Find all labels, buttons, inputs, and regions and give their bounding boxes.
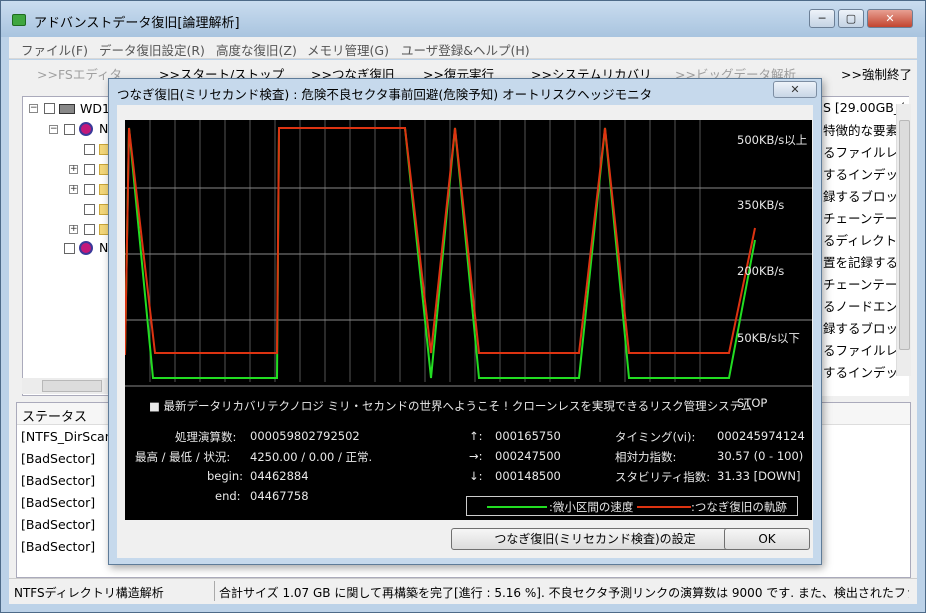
status-row: [BadSector]: [21, 451, 96, 466]
status-row: [BadSector]: [21, 539, 96, 554]
stat-value: 4250.00 / 0.00 / 正常.: [250, 450, 373, 464]
legend-label-trajectory: :つなぎ復旧の軌跡: [691, 500, 787, 514]
tree-checkbox[interactable]: [84, 204, 95, 215]
stat-value: 000059802792502: [250, 429, 360, 443]
status-bar-separator: [214, 581, 215, 601]
graph-legend: :微小区間の速度 :つなぎ復旧の軌跡: [466, 496, 798, 516]
welcome-message: ■ 最新データリカバリテクノロジ ミリ・セカンドの世界へようこそ ! クローンレ…: [149, 399, 753, 413]
menu-file[interactable]: ファイル(F): [21, 40, 88, 59]
tree-root-label: WD1: [80, 101, 110, 116]
level-label: 350KB/s: [737, 198, 785, 212]
menu-bar: ファイル(F) データ復旧設定(R) 高度な復旧(Z) メモリ管理(G) ユーザ…: [9, 37, 917, 59]
list-item[interactable]: するインデッ: [823, 164, 898, 183]
stat-label: 最高 / 最低 / 状況:: [135, 450, 231, 464]
stat-value: 30.57 (0 - 100): [717, 449, 804, 463]
menu-recovery-settings[interactable]: データ復旧設定(R): [99, 40, 205, 59]
stat-label: begin:: [207, 469, 244, 483]
list-item[interactable]: るディレクト: [823, 230, 897, 249]
stat-value: 000247500: [495, 449, 561, 463]
stat-label: タイミング(vi):: [615, 430, 696, 444]
stat-value: 000148500: [495, 469, 561, 483]
tool-force-quit[interactable]: >>強制終了: [841, 64, 912, 83]
stat-label: ↑:: [469, 429, 483, 443]
drive-icon: [59, 104, 75, 114]
tree-checkbox[interactable]: [84, 164, 95, 175]
risk-monitor-panel: 500KB/s以上 350KB/s 200KB/s 50KB/s以下 STOP …: [124, 120, 812, 520]
stat-value: 000165750: [495, 429, 561, 443]
tree-partition-label: N: [99, 240, 109, 255]
list-item[interactable]: 特徴的な要素: [823, 120, 898, 139]
status-bar-left: NTFSディレクトリ構造解析: [14, 586, 164, 600]
list-header: S [29.00GB_(: [823, 100, 905, 115]
list-item[interactable]: チェーンテー: [823, 274, 897, 293]
status-row: [NTFS_DirScan: [21, 429, 113, 444]
status-header-label: ステータス: [22, 410, 88, 425]
stat-value: 000245974124: [717, 429, 805, 443]
tsunagi-settings-button[interactable]: つなぎ復旧(ミリセカンド検査)の設定: [451, 528, 739, 550]
list-vertical-scrollbar[interactable]: [896, 104, 911, 376]
speed-line: [124, 127, 756, 379]
maximize-button[interactable]: ▢: [838, 9, 864, 28]
stat-label: スタビリティ指数:: [615, 470, 711, 484]
stat-label: 相対力指数:: [615, 450, 677, 464]
tree-horizontal-scrollbar[interactable]: [22, 378, 122, 394]
level-label: 500KB/s以上: [737, 133, 808, 147]
level-label: 50KB/s以下: [737, 331, 800, 345]
status-bar-progress: 合計サイズ 1.07 GB に関して再構築を完了[進行 : 5.16 %]. 不…: [219, 586, 909, 600]
list-item[interactable]: チェーンテー: [823, 208, 897, 227]
expand-icon[interactable]: +: [69, 165, 78, 174]
stat-label: →:: [469, 449, 483, 463]
expand-icon[interactable]: +: [69, 185, 78, 194]
stat-value: 04462884: [250, 469, 309, 483]
tree-checkbox[interactable]: [84, 144, 95, 155]
legend-label-speed: :微小区間の速度: [549, 500, 634, 514]
expand-icon[interactable]: +: [69, 225, 78, 234]
dialog-close-button[interactable]: ✕: [773, 81, 817, 98]
collapse-icon[interactable]: −: [29, 104, 38, 113]
legend-swatch-trajectory: [637, 506, 691, 508]
legend-swatch-speed: [487, 506, 547, 508]
window-title: アドバンストデータ復旧[論理解析]: [34, 16, 240, 31]
tree-checkbox[interactable]: [44, 103, 55, 114]
list-item[interactable]: るファイルレ: [823, 142, 898, 161]
tree-checkbox[interactable]: [64, 243, 75, 254]
scroll-thumb[interactable]: [899, 120, 910, 350]
minimize-button[interactable]: ─: [809, 9, 835, 28]
tree-checkbox[interactable]: [84, 224, 95, 235]
partition-icon: [79, 241, 93, 255]
collapse-icon[interactable]: −: [49, 125, 58, 134]
status-row: [BadSector]: [21, 473, 96, 488]
file-tree[interactable]: − WD1 − NT + + + N: [22, 96, 122, 396]
stat-label: 処理演算数:: [175, 430, 237, 444]
title-bar: アドバンストデータ復旧[論理解析] ─ ▢ ✕: [1, 1, 925, 37]
stat-label: ↓:: [469, 469, 483, 483]
tree-checkbox[interactable]: [84, 184, 95, 195]
menu-help[interactable]: ユーザ登録&ヘルプ(H): [401, 40, 530, 59]
stat-label: end:: [215, 489, 241, 503]
list-item[interactable]: るファイルレ: [823, 340, 898, 359]
trajectory-line: [124, 127, 756, 356]
list-item[interactable]: るノードエン: [823, 296, 898, 315]
partition-icon: [79, 122, 93, 136]
scroll-thumb[interactable]: [42, 380, 102, 392]
list-item[interactable]: するインデッ: [823, 362, 898, 381]
list-item[interactable]: 録するブロッ: [823, 318, 898, 337]
app-icon: [12, 14, 26, 26]
ok-button[interactable]: OK: [724, 528, 810, 550]
tree-checkbox[interactable]: [64, 124, 75, 135]
close-button[interactable]: ✕: [867, 9, 913, 28]
status-row: [BadSector]: [21, 495, 96, 510]
list-item[interactable]: 置を記録する: [823, 252, 898, 271]
menu-advanced-recovery[interactable]: 高度な復旧(Z): [216, 40, 297, 59]
dialog-title: つなぎ復旧(ミリセカンド検査) : 危険不良セクタ事前回避(危険予知) オートリ…: [117, 87, 653, 102]
stat-value: 04467758: [250, 489, 309, 503]
stat-value: 31.33 [DOWN]: [717, 469, 801, 483]
menu-memory[interactable]: メモリ管理(G): [307, 40, 389, 59]
graph-horizontal-grid: [125, 187, 812, 387]
level-label: 200KB/s: [737, 264, 785, 278]
status-row: [BadSector]: [21, 517, 96, 532]
list-item[interactable]: 録するブロッ: [823, 186, 898, 205]
status-bar: NTFSディレクトリ構造解析 合計サイズ 1.07 GB に関して再構築を完了[…: [9, 578, 917, 604]
